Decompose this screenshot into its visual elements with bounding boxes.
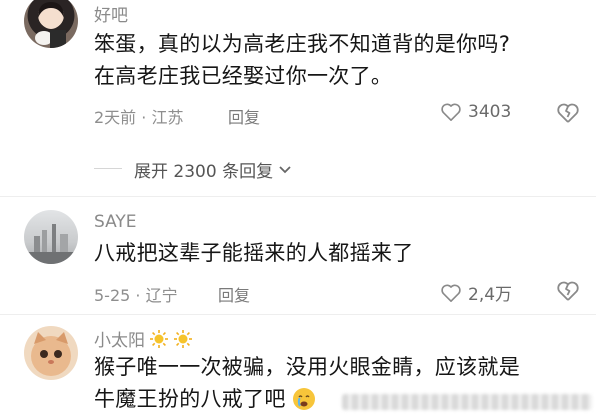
comment-username[interactable]: 小太阳 xyxy=(94,326,145,351)
comment-username[interactable]: SAYE xyxy=(94,212,137,232)
heart-outline-icon xyxy=(441,284,461,302)
comment-divider xyxy=(0,196,596,197)
expand-replies-label: 展开 2300 条回复 xyxy=(134,162,274,182)
comment-meta: 5-25 · 辽宁 xyxy=(94,286,178,305)
comment-text-line: 猴子唯一一次被骗，没用火眼金睛，应该就是 xyxy=(94,355,520,379)
blurred-overlay xyxy=(342,394,592,410)
reply-button[interactable]: 回复 xyxy=(218,282,250,306)
comment-divider xyxy=(0,314,596,315)
chevron-down-icon xyxy=(279,165,291,173)
expand-replies-button[interactable]: 展开 2300 条回复 xyxy=(134,157,293,182)
avatar[interactable] xyxy=(24,326,78,380)
comment-text-row: 牛魔王扮的八戒了吧 xyxy=(94,384,316,414)
avatar[interactable] xyxy=(24,0,78,48)
comment-text-line: 八戒把这辈子能摇来的人都摇来了 xyxy=(94,241,414,265)
comment-text-line: 牛魔王扮的八戒了吧 xyxy=(94,387,286,411)
comment-meta: 2天前 · 江苏 xyxy=(94,108,184,127)
comment-text-line: 笨蛋，真的以为高老庄我不知道背的是你吗? xyxy=(94,32,511,56)
sun-icon xyxy=(174,329,192,348)
expand-divider xyxy=(94,168,122,169)
comment-text-line: 在高老庄我已经娶过你一次了。 xyxy=(94,64,393,88)
sun-icon xyxy=(150,329,168,348)
reply-button[interactable]: 回复 xyxy=(228,104,260,128)
comment-username[interactable]: 好吧 xyxy=(94,1,128,26)
like-count: 3403 xyxy=(468,102,512,122)
username-row: 小太阳 xyxy=(94,326,193,351)
heart-outline-icon xyxy=(441,103,461,121)
like-button[interactable]: 2,4万 xyxy=(440,280,512,305)
broken-heart-icon[interactable] xyxy=(556,102,580,124)
crying-face-icon xyxy=(292,388,315,410)
like-button[interactable]: 3403 xyxy=(440,102,511,122)
broken-heart-icon[interactable] xyxy=(556,280,580,302)
like-count: 2,4万 xyxy=(468,285,513,305)
avatar[interactable] xyxy=(24,210,78,264)
